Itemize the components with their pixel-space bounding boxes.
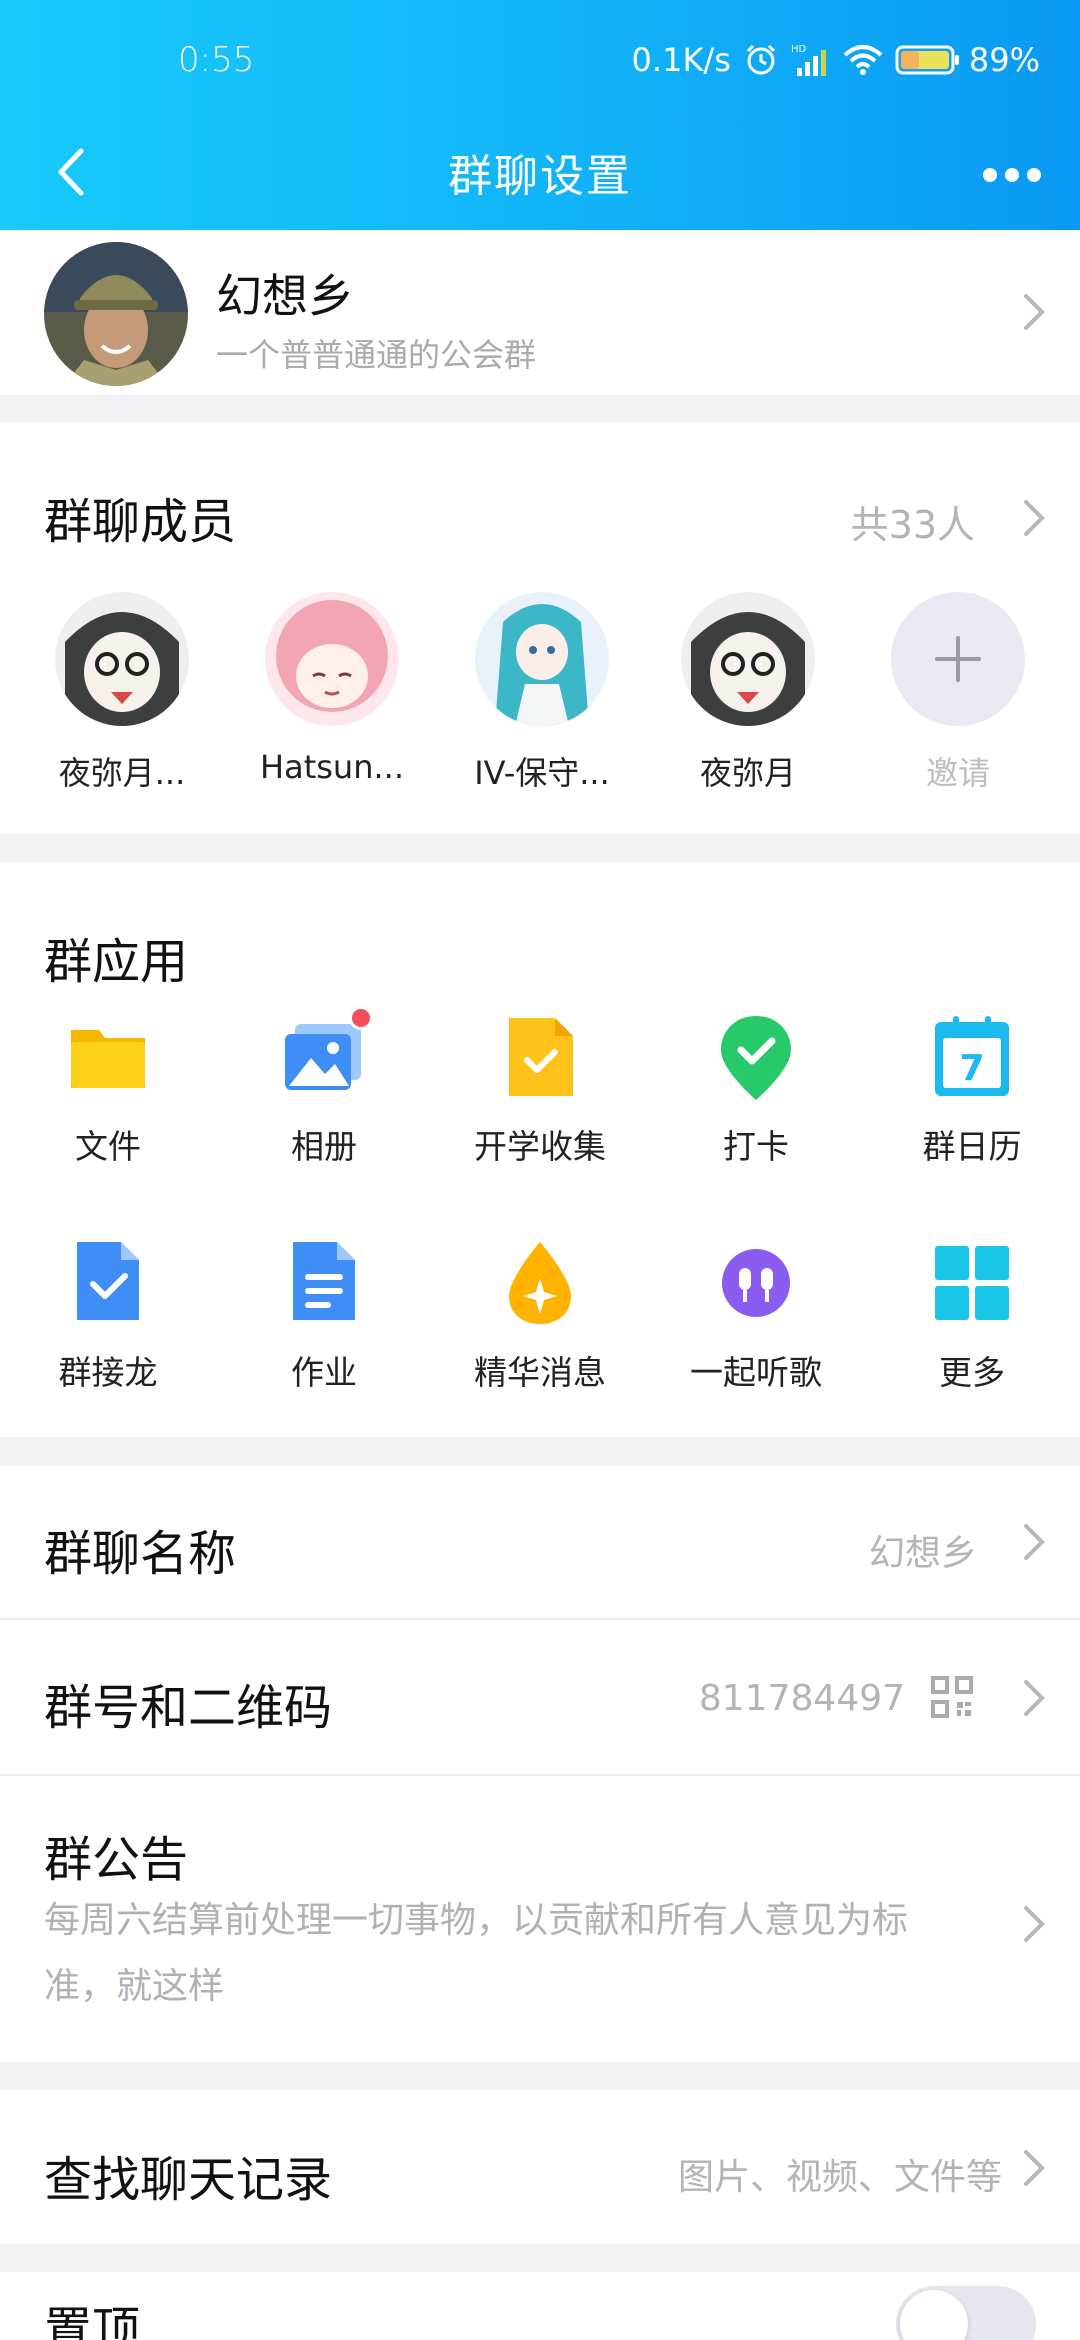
more-button[interactable] — [972, 140, 1052, 210]
group-name: 幻想乡 — [216, 269, 354, 323]
app-label: 一起听歌 — [690, 1353, 822, 1392]
toggle-knob — [900, 2290, 968, 2340]
add-member-icon — [891, 592, 1025, 726]
chevron-right-icon[interactable] — [1022, 498, 1046, 538]
app-more[interactable]: 更多 — [872, 1238, 1072, 1394]
network-speed: 0.1K/s — [631, 41, 731, 79]
more-apps-icon — [927, 1238, 1017, 1328]
app-label: 作业 — [291, 1353, 357, 1392]
group-notice-content: 每周六结算前处理一切事物，以贡献和所有人意见为标准，就这样 — [44, 1900, 909, 2007]
album-icon — [279, 1006, 373, 1102]
group-number-row[interactable]: 群号和二维码 811784497 — [0, 1620, 1080, 1774]
app-essence[interactable]: 精华消息 — [440, 1238, 640, 1394]
status-time: 0:55 — [178, 40, 255, 80]
group-name-row[interactable]: 群聊名称 幻想乡 — [0, 1466, 1080, 1618]
search-history-label: 查找聊天记录 — [44, 2152, 333, 2208]
battery-icon — [895, 45, 959, 75]
app-collect[interactable]: 开学收集 — [440, 1012, 640, 1168]
member-avatar — [681, 592, 815, 726]
member-name: IV-保守... — [474, 754, 610, 792]
search-history-row[interactable]: 查找聊天记录 图片、视频、文件等 — [0, 2090, 1080, 2244]
member-item[interactable]: IV-保守... — [442, 592, 642, 794]
invite-label: 邀请 — [925, 754, 990, 792]
alarm-icon — [743, 42, 779, 78]
chevron-right-icon — [1024, 1906, 1045, 1942]
group-notice-row[interactable]: 群公告 每周六结算前处理一切事物，以贡献和所有人意见为标准，就这样 — [0, 1776, 1080, 2062]
chevron-right-icon — [1024, 294, 1045, 330]
calendar-day: 7 — [959, 1048, 984, 1089]
group-notice-label: 群公告 — [44, 1832, 189, 1888]
app-relay[interactable]: 群接龙 — [8, 1238, 208, 1394]
group-avatar — [44, 242, 188, 386]
homework-icon — [279, 1238, 369, 1328]
header: 0:55 0.1K/s HD 89% 群聊设置 — [0, 0, 1080, 230]
pin-toggle[interactable] — [896, 2286, 1036, 2340]
pin-label: 置顶 — [44, 2302, 141, 2340]
app-checkin[interactable]: 打卡 — [656, 1012, 856, 1168]
app-label: 更多 — [939, 1353, 1005, 1392]
member-item[interactable]: Hatsun... — [232, 592, 432, 786]
app-label: 打卡 — [723, 1127, 789, 1166]
signal-icon: HD — [791, 42, 831, 78]
more-dots-icon — [983, 168, 1041, 182]
chevron-right-icon — [1024, 1680, 1045, 1716]
member-item[interactable]: 夜弥月... — [22, 592, 222, 794]
app-music[interactable]: 一起听歌 — [656, 1238, 856, 1394]
member-name: 夜弥月 — [699, 754, 796, 792]
app-label: 精华消息 — [474, 1353, 606, 1392]
battery-percent: 89% — [968, 41, 1040, 79]
qr-code-icon — [931, 1676, 973, 1718]
app-homework[interactable]: 作业 — [224, 1238, 424, 1394]
group-number-value: 811784497 — [698, 1678, 905, 1719]
page-title: 群聊设置 — [448, 151, 632, 202]
member-avatar — [265, 592, 399, 726]
group-apps-section: 群应用 文件 相册 开学收集 打卡 7 群日历 群接龙 作业 精华消息 一起听歌… — [0, 862, 1080, 1437]
chevron-right-icon — [1024, 1524, 1045, 1560]
calendar-icon: 7 — [927, 1012, 1017, 1102]
app-label: 文件 — [75, 1127, 141, 1166]
invite-button[interactable]: 邀请 — [858, 592, 1058, 794]
group-info-row[interactable]: 幻想乡 一个普普通通的公会群 — [0, 230, 1080, 395]
checkin-icon — [711, 1012, 801, 1102]
member-name: Hatsun... — [260, 748, 404, 786]
wifi-icon — [843, 43, 883, 77]
essence-icon — [495, 1238, 585, 1328]
group-number-label: 群号和二维码 — [44, 1680, 333, 1736]
app-label: 相册 — [291, 1127, 357, 1166]
notification-dot — [349, 1006, 373, 1030]
pin-row[interactable]: 置顶 — [0, 2272, 1080, 2340]
battery: 89% — [895, 41, 1040, 79]
member-item[interactable]: 夜弥月 — [648, 592, 848, 794]
members-title: 群聊成员 — [44, 494, 237, 550]
search-history-hint: 图片、视频、文件等 — [677, 2157, 1002, 2198]
app-album[interactable]: 相册 — [224, 1006, 424, 1168]
collect-icon — [495, 1012, 585, 1102]
member-name: 夜弥月... — [58, 754, 186, 792]
apps-title: 群应用 — [44, 934, 189, 990]
folder-icon — [63, 1012, 153, 1102]
title-bar: 群聊设置 — [0, 120, 1080, 230]
group-name-value: 幻想乡 — [868, 1533, 977, 1574]
relay-icon — [63, 1238, 153, 1328]
app-label: 群接龙 — [58, 1353, 158, 1392]
app-files[interactable]: 文件 — [8, 1012, 208, 1168]
music-icon — [711, 1238, 801, 1328]
app-calendar[interactable]: 7 群日历 — [872, 1012, 1072, 1168]
members-section: 群聊成员 共33人 夜弥月... Hatsun... IV-保守... 夜弥月 … — [0, 422, 1080, 834]
group-name-label: 群聊名称 — [44, 1526, 237, 1582]
app-label: 开学收集 — [474, 1127, 606, 1166]
app-label: 群日历 — [922, 1127, 1022, 1166]
status-bar: 0:55 0.1K/s HD 89% — [0, 0, 1080, 120]
member-count[interactable]: 共33人 — [851, 494, 975, 549]
member-avatar — [475, 592, 609, 726]
member-avatar — [55, 592, 189, 726]
hd-label: HD — [791, 44, 807, 55]
status-icons: 0.1K/s HD 89% — [632, 40, 1040, 80]
chevron-right-icon — [1024, 2150, 1045, 2186]
group-description: 一个普普通通的公会群 — [216, 336, 537, 374]
